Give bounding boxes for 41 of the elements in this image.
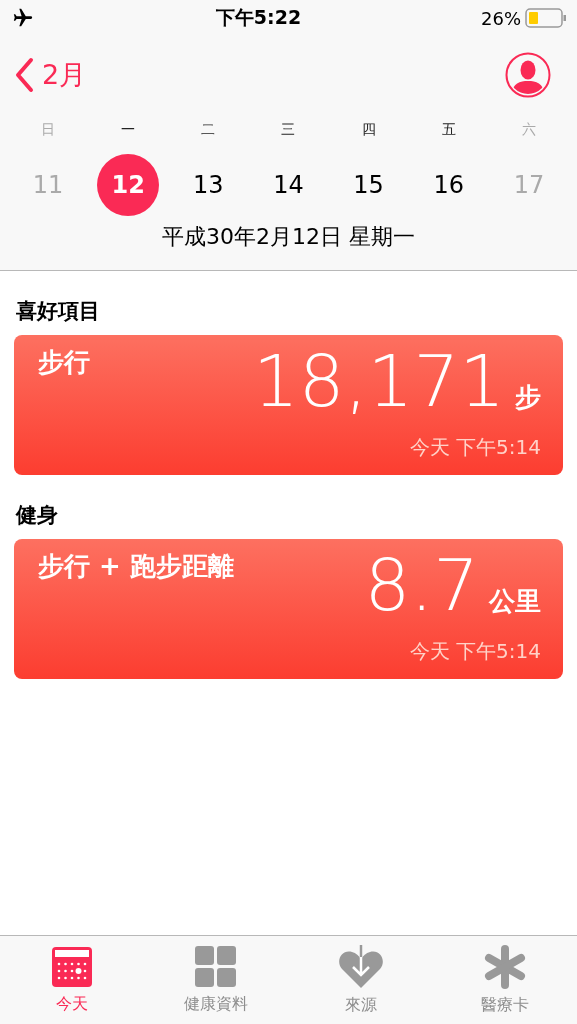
- tab-item[interactable]: 健康資料: [144, 936, 289, 1024]
- metric-value: 18,171: [253, 345, 505, 417]
- full-date: 平成30年2月12日 星期一: [162, 223, 415, 251]
- metric-time: 今天 下午5:14: [409, 638, 541, 665]
- weekday-label: 五: [441, 120, 456, 139]
- metric-value: 8.7: [364, 549, 479, 621]
- metric-card[interactable]: 步行 + 跑步距離 8.7 公里 今天 下午5:14: [14, 539, 563, 679]
- weekday-label: 三: [281, 120, 296, 139]
- tab-item[interactable]: 今天: [0, 936, 145, 1024]
- date-button[interactable]: 17: [497, 154, 560, 216]
- date-button[interactable]: 11: [17, 154, 80, 216]
- metric-time: 今天 下午5:14: [409, 434, 541, 461]
- metric-unit: 步: [515, 381, 541, 414]
- weekday-label: 日: [41, 120, 56, 139]
- calendar-icon: [51, 945, 94, 988]
- date-button[interactable]: 12: [97, 154, 160, 216]
- status-time: 下午5:22: [215, 5, 302, 30]
- metric-unit: 公里: [489, 585, 541, 618]
- metric-label: 步行: [38, 346, 90, 379]
- tab-item[interactable]: 醫療卡: [432, 936, 577, 1024]
- battery-icon: [525, 7, 567, 29]
- date-button[interactable]: 14: [257, 154, 320, 216]
- date-button[interactable]: 16: [417, 154, 480, 216]
- profile-icon[interactable]: [505, 52, 551, 98]
- weekday-label: 六: [521, 120, 536, 139]
- tab-item[interactable]: 來源: [288, 936, 433, 1024]
- weekday-label: 一: [121, 120, 136, 139]
- section-title: 健身: [16, 502, 59, 529]
- weekday-label: 四: [361, 120, 376, 139]
- date-button[interactable]: 15: [337, 154, 400, 216]
- weekday-label: 二: [201, 120, 216, 139]
- battery-percent: 26%: [481, 7, 521, 29]
- back-button[interactable]: 2月: [14, 57, 87, 93]
- asterisk-icon: [482, 944, 527, 989]
- chevron-left-icon: [14, 57, 34, 93]
- metric-card[interactable]: 步行 18,171 步 今天 下午5:14: [14, 335, 563, 475]
- date-button[interactable]: 13: [177, 154, 240, 216]
- heart-download-icon: [337, 944, 384, 989]
- metric-label: 步行 + 跑步距離: [38, 550, 234, 583]
- grid-icon: [195, 945, 238, 988]
- section-title: 喜好項目: [16, 298, 101, 325]
